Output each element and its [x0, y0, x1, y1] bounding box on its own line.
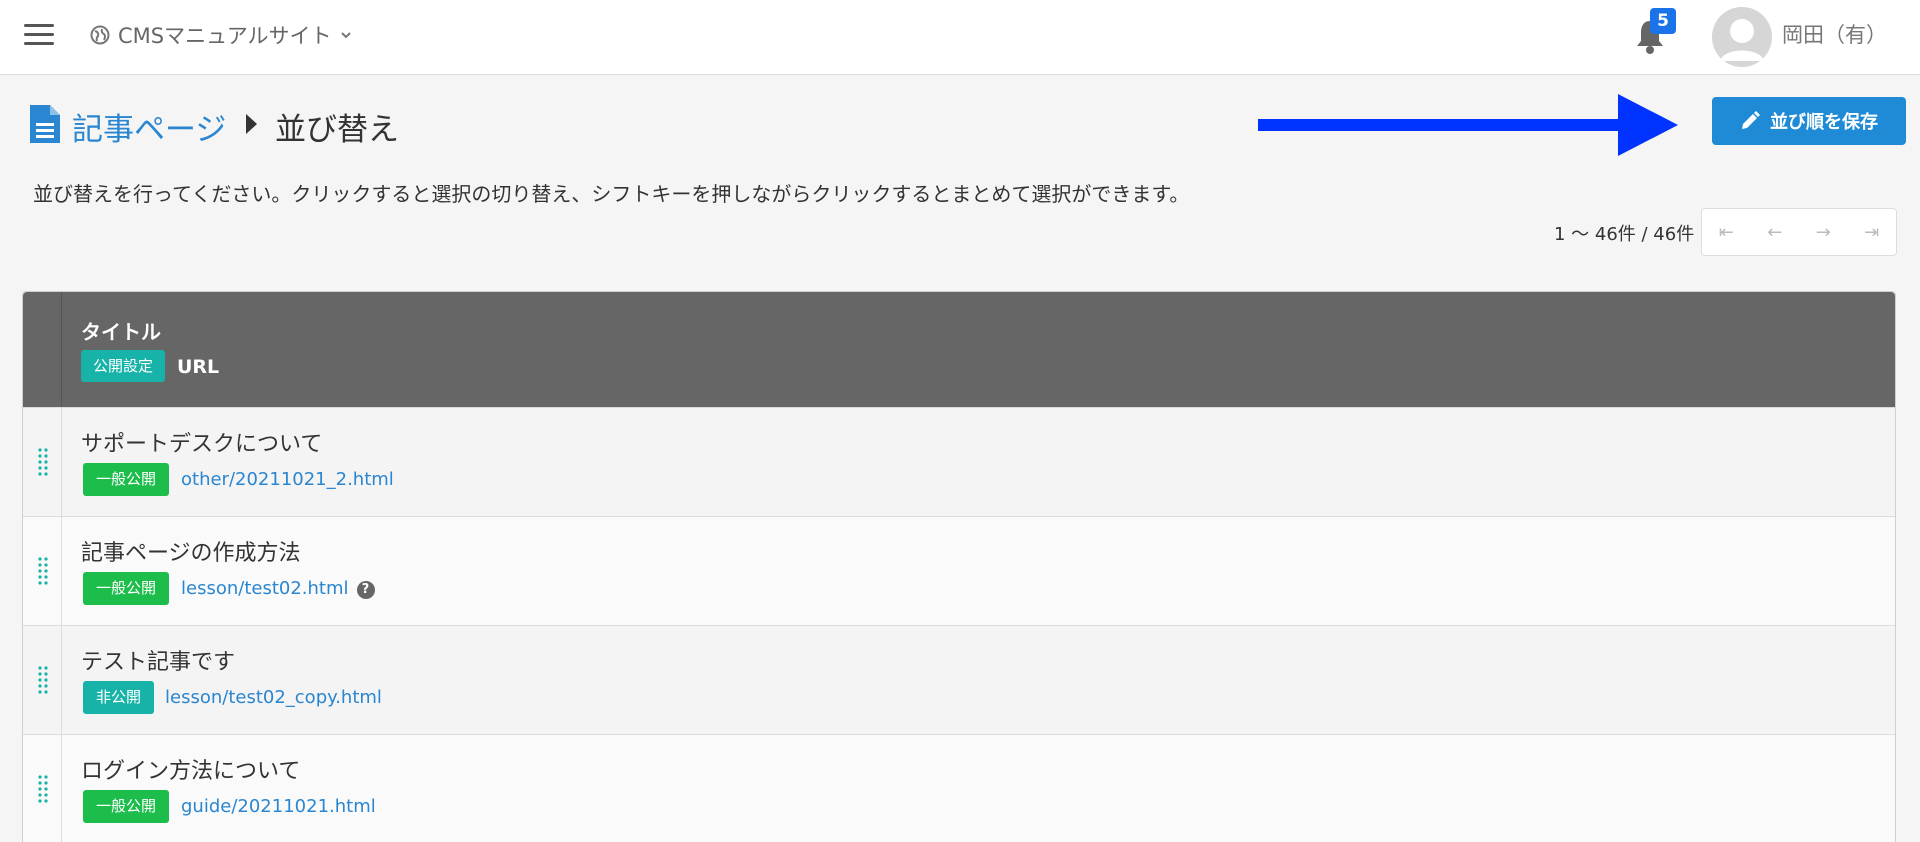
status-badge: 一般公開	[83, 572, 170, 605]
row-title: テスト記事です	[81, 650, 236, 675]
row-title: ログイン方法について	[81, 759, 301, 784]
site-name: CMSマニュアルサイト	[118, 24, 332, 48]
column-publish-setting: 公開設定	[81, 350, 166, 382]
save-order-button[interactable]: 並び順を保存	[1712, 97, 1906, 145]
table-row[interactable]: 記事ページの作成方法 一般公開 lesson/test02.html?	[23, 516, 1895, 625]
status-badge: 非公開	[83, 681, 155, 714]
row-title: サポートデスクについて	[81, 432, 323, 457]
row-url-link[interactable]: other/20211021_2.html	[181, 469, 394, 490]
document-icon	[30, 105, 60, 143]
avatar[interactable]	[1712, 7, 1772, 67]
drag-handle[interactable]	[23, 626, 62, 734]
row-title: 記事ページの作成方法	[81, 541, 301, 566]
drag-grip-icon	[38, 775, 48, 803]
drag-handle[interactable]	[23, 735, 62, 842]
save-order-label: 並び順を保存	[1770, 112, 1878, 133]
table-header: タイトル 公開設定 URL	[23, 292, 1895, 407]
top-bar: CMSマニュアルサイト 5 岡田（有）	[0, 0, 1920, 75]
table-row[interactable]: ログイン方法について 一般公開 guide/20211021.html	[23, 734, 1895, 842]
status-badge: 一般公開	[83, 463, 170, 496]
pagination: ⇤ ← → ⇥	[1701, 208, 1897, 256]
site-selector[interactable]: CMSマニュアルサイト	[90, 20, 353, 50]
first-page-icon[interactable]: ⇤	[1702, 209, 1751, 255]
user-avatar-icon	[1712, 7, 1772, 67]
header-handle-column	[23, 292, 62, 407]
caret-right-icon	[246, 114, 257, 134]
table-body: サポートデスクについて 一般公開 other/20211021_2.html 記…	[23, 407, 1895, 842]
pager-count: 1 〜 46件 / 46件	[1554, 224, 1695, 245]
chevron-down-icon	[341, 32, 352, 39]
row-url-link[interactable]: lesson/test02.html	[181, 578, 349, 599]
column-title: タイトル	[81, 320, 161, 344]
page-title: 並び替え	[275, 112, 399, 148]
row-url-link[interactable]: lesson/test02_copy.html	[165, 687, 382, 708]
status-badge: 一般公開	[83, 790, 170, 823]
row-url-container: lesson/test02.html?	[181, 578, 375, 599]
breadcrumb-article-pages[interactable]: 記事ページ	[72, 104, 226, 149]
instruction-text: 並び替えを行ってください。クリックすると選択の切り替え、シフトキーを押しながらク…	[33, 182, 1190, 206]
last-page-icon[interactable]: ⇥	[1848, 209, 1897, 255]
drag-grip-icon	[38, 448, 48, 476]
drag-handle[interactable]	[23, 408, 62, 516]
globe-icon	[90, 25, 110, 45]
prev-page-icon[interactable]: ←	[1751, 209, 1800, 255]
column-url: URL	[177, 356, 220, 378]
drag-grip-icon	[38, 557, 48, 585]
pencil-icon	[1742, 111, 1760, 129]
user-name[interactable]: 岡田（有）	[1782, 19, 1887, 49]
hamburger-menu-icon[interactable]	[24, 24, 54, 46]
row-url-link[interactable]: guide/20211021.html	[181, 796, 376, 817]
drag-handle[interactable]	[23, 517, 62, 625]
help-icon[interactable]: ?	[356, 581, 375, 599]
notification-badge: 5	[1650, 8, 1676, 34]
next-page-icon[interactable]: →	[1799, 209, 1848, 255]
table-row[interactable]: テスト記事です 非公開 lesson/test02_copy.html	[23, 625, 1895, 734]
annotation-arrow-icon	[1258, 94, 1678, 156]
sort-table: タイトル 公開設定 URL サポートデスクについて 一般公開 other/202…	[22, 291, 1896, 842]
table-row[interactable]: サポートデスクについて 一般公開 other/20211021_2.html	[23, 407, 1895, 516]
drag-grip-icon	[38, 666, 48, 694]
